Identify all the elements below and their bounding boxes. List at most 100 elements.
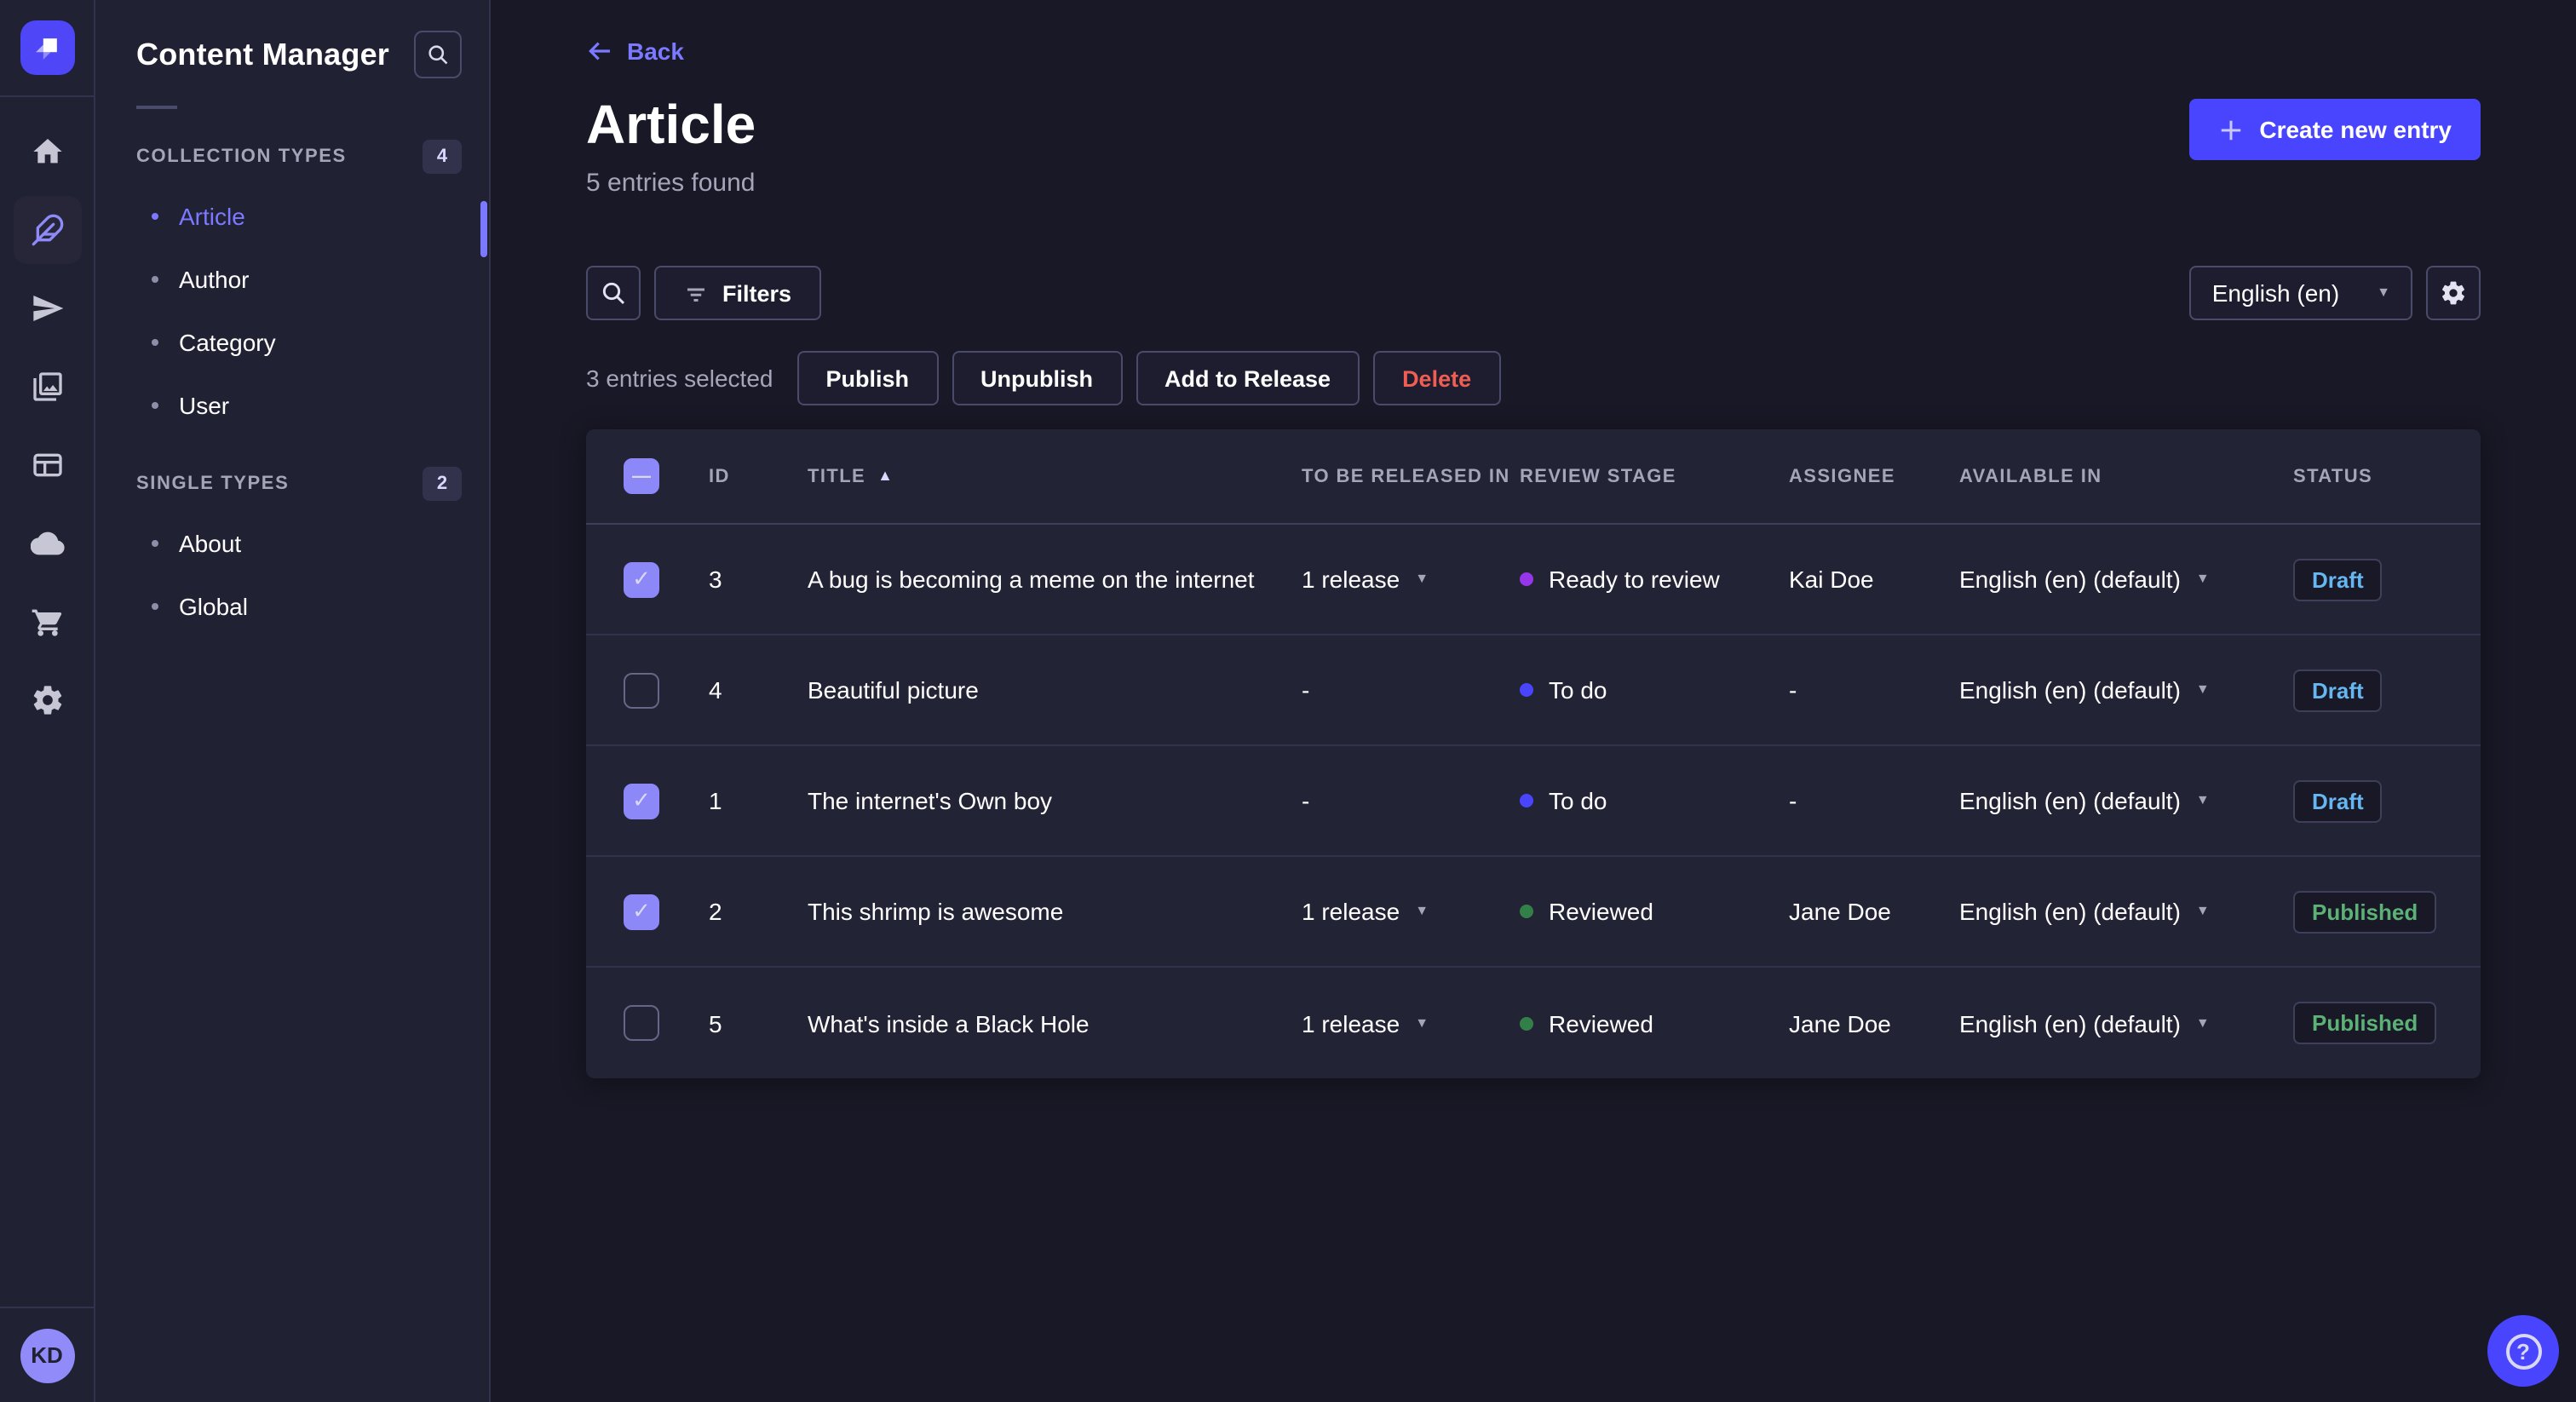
publish-button[interactable]: Publish <box>796 351 938 406</box>
available-in-cell-label: English (en) (default) <box>1959 787 2181 815</box>
review-stage-label: Ready to review <box>1549 566 1720 594</box>
subnav-search-button[interactable] <box>414 31 462 78</box>
entry-title-label: A bug is becoming a meme on the internet <box>808 566 1255 594</box>
release-cell[interactable]: 1 release <box>1302 566 1520 593</box>
selection-actions: Publish Unpublish Add to Release Delete <box>796 351 1501 406</box>
chevron-down-icon <box>2196 683 2210 697</box>
view-settings-button[interactable] <box>2426 266 2481 321</box>
release-cell[interactable]: 1 release <box>1302 898 1520 925</box>
table-row[interactable]: 4 Beautiful picture - To do - English (en) (d… <box>586 635 2481 747</box>
filters-button[interactable]: Filters <box>654 266 821 321</box>
entry-id: 2 <box>709 898 808 925</box>
available-in-cell[interactable]: English (en) (default) <box>1959 676 2293 704</box>
row-checkbox[interactable] <box>624 561 659 598</box>
strapi-logo[interactable] <box>20 20 74 75</box>
sidebar-item-global[interactable]: Global <box>95 574 489 637</box>
assignee-cell-label: - <box>1789 787 1797 815</box>
assignee-cell: Jane Doe <box>1789 1009 1959 1037</box>
sidebar-item-author[interactable]: Author <box>95 247 489 310</box>
search-button[interactable] <box>586 266 641 321</box>
review-stage-cell: Reviewed <box>1520 898 1789 925</box>
entry-id: 4 <box>709 676 808 704</box>
chevron-down-icon <box>2196 572 2210 586</box>
chevron-down-icon <box>2196 1016 2210 1030</box>
table-row[interactable]: 2 This shrimp is awesome 1 release Reviewed… <box>586 857 2481 968</box>
chevron-down-icon <box>1415 572 1429 586</box>
add-to-release-button[interactable]: Add to Release <box>1136 351 1360 406</box>
column-header-id[interactable]: ID <box>709 466 808 486</box>
delete-button[interactable]: Delete <box>1373 351 1501 406</box>
available-in-cell[interactable]: English (en) (default) <box>1959 566 2293 593</box>
available-in-cell[interactable]: English (en) (default) <box>1959 898 2293 925</box>
entry-title-label: The internet's Own boy <box>808 787 1053 815</box>
table-row[interactable]: 5 What's inside a Black Hole 1 release Revi… <box>586 968 2481 1078</box>
unpublish-button[interactable]: Unpublish <box>952 351 1122 406</box>
column-header-to-be-released-in[interactable]: TO BE RELEASED IN <box>1302 466 1520 486</box>
review-stage-cell: To do <box>1520 787 1789 814</box>
feather-icon[interactable] <box>13 196 81 264</box>
arrow-left-icon <box>589 42 610 60</box>
row-checkbox[interactable] <box>624 672 659 709</box>
entry-title: A bug is becoming a meme on the internet <box>808 566 1302 593</box>
user-avatar[interactable]: KD <box>20 1328 74 1382</box>
sidebar-item-user[interactable]: User <box>95 373 489 436</box>
sidebar-item-label: About <box>179 529 242 556</box>
row-checkbox[interactable] <box>624 893 659 930</box>
sidebar-item-about[interactable]: About <box>95 511 489 574</box>
column-header-label: ASSIGNEE <box>1789 466 1895 487</box>
table-row[interactable]: 3 A bug is becoming a meme on the interne… <box>586 525 2481 636</box>
section-label: SINGLE TYPES <box>136 474 290 494</box>
cloud-icon[interactable] <box>13 509 81 577</box>
column-header-assignee[interactable]: ASSIGNEE <box>1789 466 1959 486</box>
available-in-cell-label: English (en) (default) <box>1959 566 2181 594</box>
entry-id-label: 2 <box>709 898 722 926</box>
entry-id: 3 <box>709 566 808 593</box>
cart-icon[interactable] <box>13 588 81 656</box>
status-badge: Published <box>2293 1002 2437 1045</box>
help-button[interactable]: ? <box>2487 1315 2559 1387</box>
select-all-checkbox[interactable] <box>624 458 659 495</box>
locale-select[interactable]: English (en) <box>2189 266 2412 321</box>
row-checkbox[interactable] <box>624 1005 659 1042</box>
sidebar-item-label: Category <box>179 328 276 355</box>
plus-icon <box>2222 119 2241 140</box>
release-cell-label: 1 release <box>1302 898 1400 926</box>
sub-nav: Content Manager COLLECTION TYPES 4 Article… <box>95 0 491 1402</box>
column-header-available-in[interactable]: AVAILABLE IN <box>1959 466 2293 486</box>
available-in-cell[interactable]: English (en) (default) <box>1959 1009 2293 1037</box>
column-header-review-stage[interactable]: REVIEW STAGE <box>1520 466 1789 486</box>
sidebar-item-article[interactable]: Article <box>95 184 489 247</box>
stage-dot-icon <box>1520 1016 1533 1031</box>
status-cell: Published <box>2293 1002 2443 1045</box>
gear-icon[interactable] <box>13 666 81 734</box>
create-new-entry-button[interactable]: Create new entry <box>2189 99 2481 160</box>
sidebar-item-label: Global <box>179 592 248 619</box>
assignee-cell: - <box>1789 787 1959 814</box>
available-in-cell[interactable]: English (en) (default) <box>1959 787 2293 814</box>
media-icon[interactable] <box>13 353 81 421</box>
section-count-badge: 4 <box>423 140 462 174</box>
layout-icon[interactable] <box>13 431 81 499</box>
bullet-icon <box>152 212 158 219</box>
stage-dot-icon <box>1520 794 1533 808</box>
back-link[interactable]: Back <box>586 37 684 65</box>
logo-slot <box>0 0 94 95</box>
column-header-title[interactable]: TITLE <box>808 466 1302 486</box>
column-header-status[interactable]: STATUS <box>2293 466 2443 486</box>
available-in-cell-label: English (en) (default) <box>1959 676 2181 704</box>
row-checkbox[interactable] <box>624 783 659 819</box>
release-cell: - <box>1302 676 1520 704</box>
send-icon[interactable] <box>13 274 81 342</box>
page-title: Article <box>586 94 756 155</box>
release-cell[interactable]: 1 release <box>1302 1009 1520 1037</box>
review-stage-label: Reviewed <box>1549 1009 1653 1037</box>
subnav-scrollbar[interactable] <box>480 201 487 257</box>
subnav-section: COLLECTION TYPES 4 Article Author Category Us… <box>95 140 489 436</box>
table-row[interactable]: 1 The internet's Own boy - To do - English (e… <box>586 746 2481 858</box>
entry-id-label: 1 <box>709 787 722 815</box>
table-body: 3 A bug is becoming a meme on the interne… <box>586 525 2481 1078</box>
subnav-section: SINGLE TYPES 2 About Global <box>95 467 489 637</box>
chevron-down-icon <box>1415 1016 1429 1030</box>
sidebar-item-category[interactable]: Category <box>95 310 489 373</box>
home-icon[interactable] <box>13 118 81 186</box>
